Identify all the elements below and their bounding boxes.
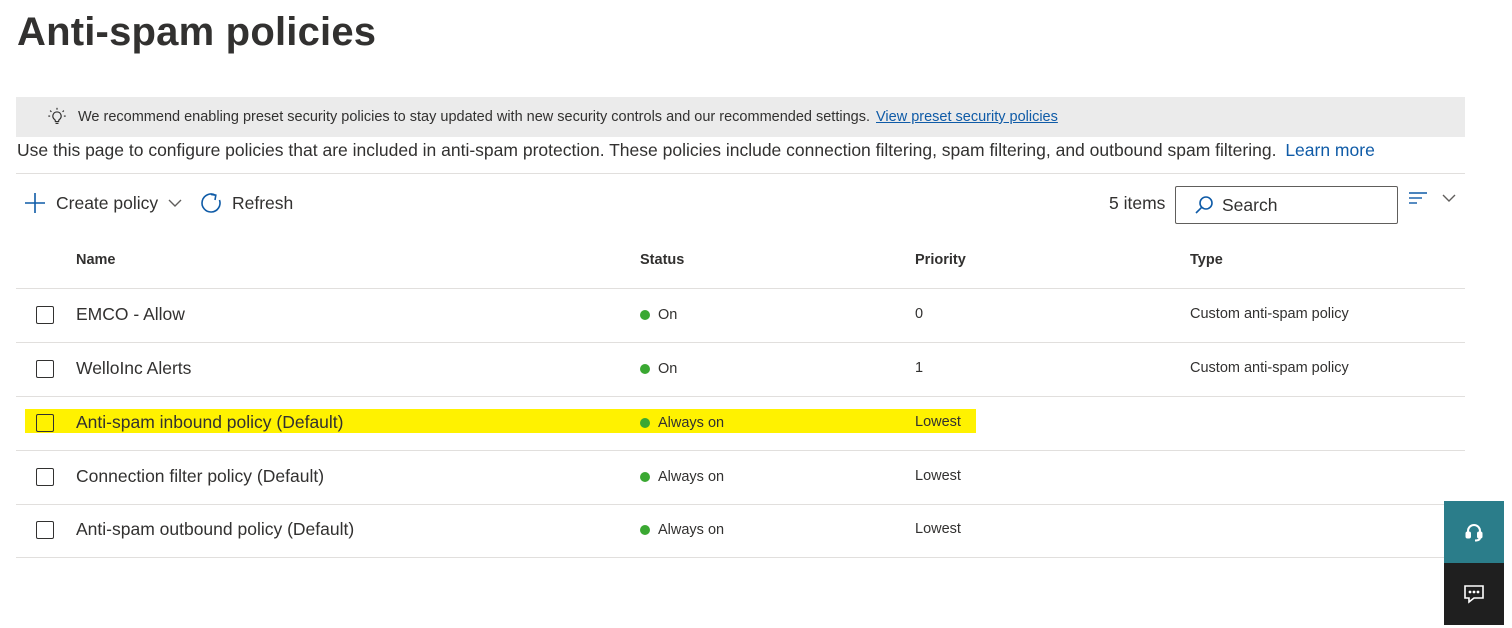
status-text: Always on [658, 415, 725, 431]
lightbulb-icon [48, 107, 66, 125]
search-box[interactable] [1175, 186, 1398, 224]
page-description: Use this page to configure policies that… [17, 140, 1375, 161]
status-cell: On [640, 361, 677, 377]
table-row[interactable]: Anti-spam outbound policy (Default) Alwa… [16, 504, 1465, 558]
status-cell: Always on [640, 522, 724, 538]
table-row[interactable]: Anti-spam inbound policy (Default) Alway… [16, 397, 1465, 451]
search-input[interactable] [1222, 194, 1382, 216]
status-text: On [658, 361, 678, 377]
status-text: On [658, 307, 678, 323]
policy-name[interactable]: EMCO - Allow [76, 304, 185, 325]
status-cell: Always on [640, 469, 724, 485]
row-checkbox[interactable] [36, 521, 54, 539]
feedback-icon [1464, 585, 1484, 604]
table-header: Name Status Priority Type [16, 240, 1465, 289]
column-header-status[interactable]: Status [640, 252, 684, 268]
row-checkbox[interactable] [36, 306, 54, 324]
table-row[interactable]: EMCO - Allow On 0 Custom anti-spam polic… [16, 289, 1465, 343]
status-dot [640, 364, 650, 374]
headset-icon [1465, 524, 1483, 542]
refresh-icon [201, 193, 221, 213]
search-icon [1195, 196, 1213, 214]
policy-name[interactable]: Anti-spam outbound policy (Default) [76, 519, 354, 540]
chevron-down-icon [1442, 194, 1456, 202]
view-options-button[interactable] [1408, 190, 1456, 206]
table-row[interactable]: Connection filter policy (Default) Alway… [16, 451, 1465, 505]
column-header-priority[interactable]: Priority [915, 252, 966, 268]
policy-name[interactable]: WelloInc Alerts [76, 358, 191, 379]
status-text: Always on [658, 469, 725, 485]
priority-cell: 1 [915, 360, 924, 376]
status-cell: On [640, 307, 677, 323]
description-text: Use this page to configure policies that… [17, 140, 1277, 160]
banner-text: We recommend enabling preset security po… [78, 109, 870, 125]
page-title: Anti-spam policies [17, 10, 377, 54]
help-button[interactable] [1444, 501, 1504, 563]
refresh-button[interactable]: Refresh [200, 186, 293, 220]
chevron-down-icon [168, 199, 182, 207]
policy-name[interactable]: Connection filter policy (Default) [76, 466, 324, 487]
row-checkbox[interactable] [36, 468, 54, 486]
items-count: 5 items [1109, 193, 1166, 213]
plus-icon [25, 193, 45, 213]
type-cell: Custom anti-spam policy [1190, 360, 1349, 376]
status-dot [640, 525, 650, 535]
priority-cell: Lowest [915, 468, 961, 484]
status-dot [640, 418, 650, 428]
status-cell: Always on [640, 415, 724, 431]
recommendation-banner: We recommend enabling preset security po… [16, 97, 1465, 137]
divider [16, 173, 1465, 174]
priority-cell: Lowest [915, 521, 961, 537]
row-checkbox[interactable] [36, 360, 54, 378]
refresh-label: Refresh [232, 192, 294, 213]
filter-lines-icon [1409, 192, 1427, 204]
column-header-name[interactable]: Name [76, 252, 116, 268]
row-checkbox[interactable] [36, 414, 54, 432]
status-dot [640, 472, 650, 482]
feedback-button[interactable] [1444, 563, 1504, 625]
create-policy-button[interactable]: Create policy [24, 186, 182, 220]
status-dot [640, 310, 650, 320]
learn-more-link[interactable]: Learn more [1285, 140, 1375, 160]
priority-cell: 0 [915, 306, 924, 322]
policy-name[interactable]: Anti-spam inbound policy (Default) [76, 412, 344, 433]
create-policy-label: Create policy [56, 192, 159, 213]
type-cell: Custom anti-spam policy [1190, 306, 1349, 322]
status-text: Always on [658, 522, 725, 538]
priority-cell: Lowest [915, 414, 961, 430]
column-header-type[interactable]: Type [1190, 252, 1223, 268]
table-row[interactable]: WelloInc Alerts On 1 Custom anti-spam po… [16, 343, 1465, 397]
view-preset-policies-link[interactable]: View preset security policies [876, 109, 1058, 125]
